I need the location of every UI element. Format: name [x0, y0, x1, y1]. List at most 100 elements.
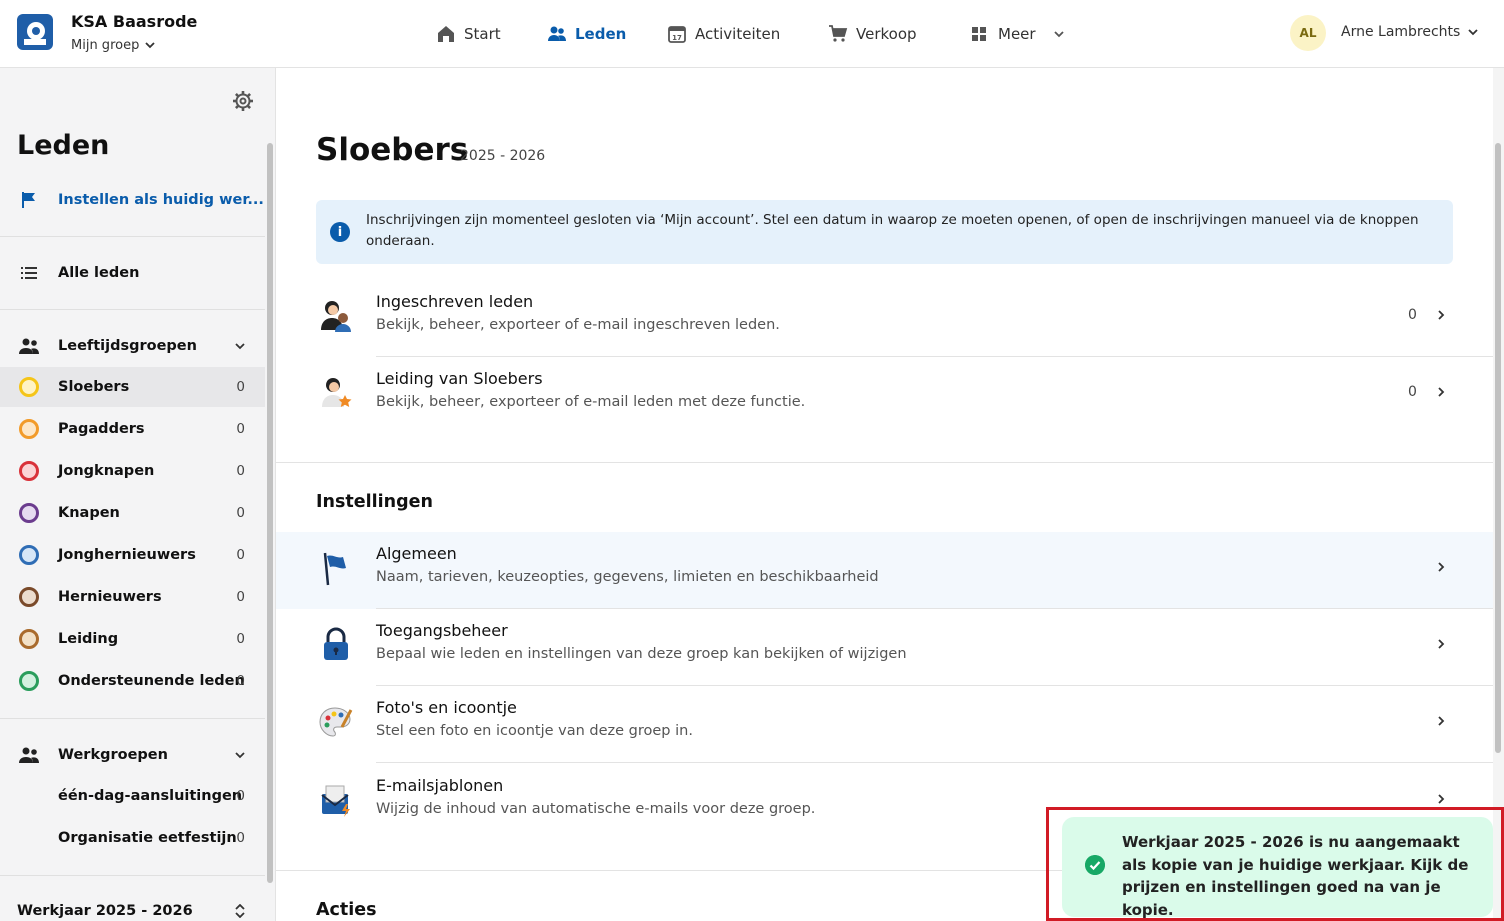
org-name: KSA Baasrode: [71, 12, 198, 31]
calendar-day-text: 17: [672, 34, 682, 42]
sidebar-item-pagadders[interactable]: Pagadders 0: [0, 409, 265, 449]
sidebar-item-label: Ondersteunende leden: [58, 673, 245, 689]
sidebar-item-count: 0: [236, 673, 245, 689]
row-toegangsbeheer[interactable]: Toegangsbeheer Bepaal wie leden en inste…: [276, 609, 1494, 686]
nav-verkoop[interactable]: Verkoop: [828, 0, 917, 68]
main-scrollbar[interactable]: [1493, 68, 1504, 921]
members-icon: [548, 26, 566, 41]
row-ingeschreven-leden[interactable]: Ingeschreven leden Bekijk, beheer, expor…: [276, 280, 1494, 357]
set-current-year-item[interactable]: Instellen als huidig wer...: [0, 180, 265, 220]
nav-meer-label: Meer: [998, 25, 1036, 43]
sidebar-item-count: 0: [236, 463, 245, 479]
top-bar: KSA Baasrode Mijn groep Start Leden 17 A…: [0, 0, 1504, 68]
nav-activiteiten[interactable]: 17 Activiteiten: [667, 0, 780, 68]
sidebar-item-organisatie-eetfestijn[interactable]: Organisatie eetfestijn 0: [0, 818, 265, 858]
knapen-icon: [18, 502, 40, 524]
scrollbar-thumb[interactable]: [267, 143, 273, 883]
chevron-right-icon: [1438, 794, 1445, 804]
sidebar-item-label: Organisatie eetfestijn: [58, 830, 237, 846]
user-menu[interactable]: Arne Lambrechts: [1341, 24, 1478, 40]
flag-icon: [18, 189, 40, 211]
sidebar-item-een-dag-aansluitingen[interactable]: één-dag-aansluitingen 0: [0, 776, 265, 816]
age-groups-header[interactable]: Leeftijdsgroepen: [0, 326, 265, 366]
sidebar-item-jongknapen[interactable]: Jongknapen 0: [0, 451, 265, 491]
user-name: Arne Lambrechts: [1341, 24, 1461, 40]
row-description: Bepaal wie leden en instellingen van dez…: [376, 646, 907, 662]
ondersteunende-leden-icon: [18, 670, 40, 692]
success-toast[interactable]: Werkjaar 2025 - 2026 is nu aangemaakt al…: [1062, 817, 1493, 919]
row-algemeen[interactable]: Algemeen Naam, tarieven, keuzeopties, ge…: [276, 532, 1494, 609]
palette-icon: [319, 707, 353, 737]
chevron-down-icon: [1053, 30, 1064, 37]
sidebar: Leden Instellen als huidig wer... Alle l…: [0, 68, 265, 921]
sidebar-item-label: Jonghernieuwers: [58, 547, 196, 563]
check-circle-icon: [1085, 855, 1105, 875]
row-divider: [376, 762, 1494, 763]
chevron-right-icon: [1438, 562, 1445, 572]
work-groups-header[interactable]: Werkgroepen: [0, 735, 265, 775]
chevron-right-icon: [1438, 310, 1445, 320]
sidebar-item-sloebers[interactable]: Sloebers 0: [0, 367, 265, 407]
sidebar-item-count: 0: [236, 788, 245, 804]
row-title: Toegangsbeheer: [376, 621, 508, 640]
sidebar-item-label: Pagadders: [58, 421, 145, 437]
ksa-logo[interactable]: [16, 13, 54, 51]
sidebar-item-count: 0: [236, 505, 245, 521]
sidebar-item-ondersteunende-leden[interactable]: Ondersteunende leden 0: [0, 661, 265, 701]
email-template-icon: [321, 785, 350, 817]
sidebar-item-label: Sloebers: [58, 379, 130, 395]
row-title: Foto's en icoontje: [376, 698, 517, 717]
group-selector[interactable]: Mijn groep: [71, 38, 155, 53]
hernieuwers-icon: [18, 586, 40, 608]
info-banner: i Inschrijvingen zijn momenteel gesloten…: [316, 200, 1453, 264]
sidebar-item-count: 0: [236, 631, 245, 647]
sidebar-item-leiding[interactable]: Leiding 0: [0, 619, 265, 659]
nav-verkoop-label: Verkoop: [856, 25, 917, 43]
row-title: Algemeen: [376, 544, 457, 563]
gear-icon[interactable]: [232, 90, 254, 112]
group-icon: [18, 744, 40, 766]
cart-icon: [829, 25, 848, 42]
divider: [0, 718, 265, 719]
toast-message: Werkjaar 2025 - 2026 is nu aangemaakt al…: [1122, 833, 1469, 919]
divider: [0, 236, 265, 237]
row-description: Bekijk, beheer, exporteer of e-mail inge…: [376, 317, 780, 333]
row-leiding-van-sloebers[interactable]: Leiding van Sloebers Bekijk, beheer, exp…: [276, 357, 1494, 434]
sidebar-item-label: Hernieuwers: [58, 589, 162, 605]
sidebar-title: Leden: [17, 130, 110, 161]
section-divider: [276, 462, 1494, 463]
info-icon: i: [330, 222, 350, 242]
nav-leden[interactable]: Leden: [547, 0, 626, 68]
year-selector[interactable]: Werkjaar 2025 - 2026: [0, 891, 265, 921]
nav-start[interactable]: Start: [436, 0, 501, 68]
age-groups-title: Leeftijdsgroepen: [58, 338, 197, 354]
members-illustration-icon: [321, 301, 351, 332]
row-description: Bekijk, beheer, exporteer of e-mail lede…: [376, 394, 806, 410]
leader-illustration-icon: [322, 378, 352, 407]
grid-icon: [972, 27, 986, 41]
row-fotos-en-icoontje[interactable]: Foto's en icoontje Stel een foto en icoo…: [276, 686, 1494, 763]
info-banner-text: Inschrijvingen zijn momenteel gesloten v…: [366, 212, 1419, 249]
home-icon: [438, 26, 454, 42]
year-selector-label: Werkjaar 2025 - 2026: [17, 903, 193, 919]
sidebar-item-all-members[interactable]: Alle leden: [0, 253, 265, 293]
user-avatar[interactable]: AL: [1290, 15, 1326, 51]
sidebar-item-jonghernieuwers[interactable]: Jonghernieuwers 0: [0, 535, 265, 575]
sidebar-item-label: Knapen: [58, 505, 120, 521]
row-description: Naam, tarieven, keuzeopties, gegevens, l…: [376, 569, 879, 585]
sidebar-item-hernieuwers[interactable]: Hernieuwers 0: [0, 577, 265, 617]
sidebar-scrollbar[interactable]: [265, 68, 276, 921]
work-groups-title: Werkgroepen: [58, 747, 168, 763]
actions-section-title: Acties: [316, 900, 377, 920]
scrollbar-thumb[interactable]: [1495, 143, 1501, 753]
sidebar-item-count: 0: [236, 589, 245, 605]
group-selector-label: Mijn groep: [71, 38, 140, 53]
nav-meer[interactable]: Meer: [970, 0, 1064, 68]
sidebar-item-knapen[interactable]: Knapen 0: [0, 493, 265, 533]
row-title: E-mailsjablonen: [376, 776, 504, 795]
nav-start-label: Start: [464, 25, 501, 43]
row-title: Ingeschreven leden: [376, 292, 534, 311]
nav-activiteiten-label: Activiteiten: [695, 25, 781, 43]
pagadders-icon: [18, 418, 40, 440]
page-subtitle: 2025 - 2026: [460, 148, 546, 164]
